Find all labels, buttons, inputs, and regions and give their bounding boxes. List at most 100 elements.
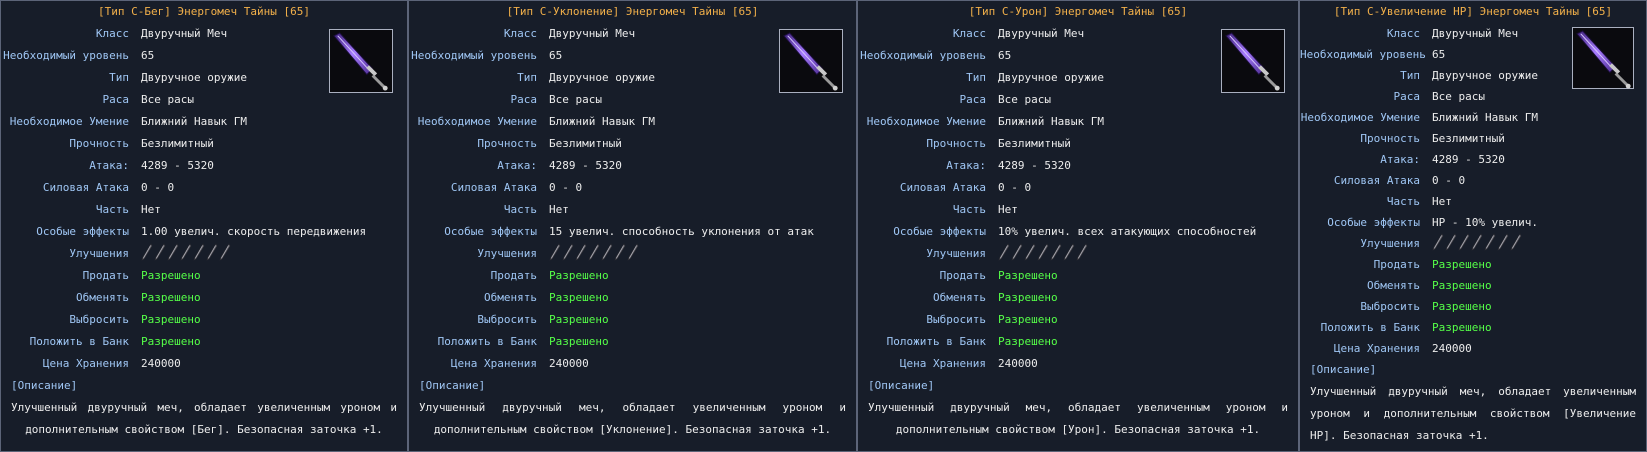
stat-label-durability: Прочность (477, 137, 537, 150)
stat-label-effects: Особые эффекты (1327, 216, 1420, 229)
stat-row-durability: Прочность Безлимитный (1300, 128, 1646, 149)
stat-row-exchange: Обменять Разрешено (858, 287, 1298, 309)
stat-value-bank: Разрешено (1432, 321, 1492, 334)
stat-value-exchange: Разрешено (549, 291, 609, 304)
stat-row-power: Силовая Атака 0 - 0 (1, 177, 407, 199)
stat-row-attack: Атака: 4289 - 5320 (1, 155, 407, 177)
stat-label-sell: Продать (939, 269, 986, 282)
stat-value-durability: Безлимитный (998, 137, 1071, 150)
upgrade-slot-icon (1497, 233, 1509, 251)
stat-value-drop: Разрешено (1432, 300, 1492, 313)
stat-value-type: Двуручное оружие (998, 71, 1104, 84)
stat-value-attack: 4289 - 5320 (549, 159, 622, 172)
stat-value-sell: Разрешено (549, 269, 609, 282)
stat-row-storage: Цена Хранения 240000 (409, 353, 856, 375)
stat-value-type: Двуручное оружие (141, 71, 247, 84)
stat-row-drop: Выбросить Разрешено (858, 309, 1298, 331)
upgrade-slot-icon (193, 243, 205, 261)
upgrade-slot-icon (154, 243, 166, 261)
stat-value-type: Двуручное оружие (549, 71, 655, 84)
stat-value-sell: Разрешено (141, 269, 201, 282)
description-header: [Описание] (11, 379, 78, 392)
stat-label-attack: Атака: (497, 159, 537, 172)
stat-label-skill: Необходимое Умение (1300, 111, 1420, 124)
stat-row-upgrades: Улучшения (1300, 233, 1646, 254)
stat-label-exchange: Обменять (1367, 279, 1420, 292)
stat-value-exchange: Разрешено (1432, 279, 1492, 292)
stat-row-drop: Выбросить Разрешено (1, 309, 407, 331)
stat-label-durability: Прочность (926, 137, 986, 150)
stat-label-exchange: Обменять (484, 291, 537, 304)
stat-row-durability: Прочность Безлимитный (409, 133, 856, 155)
stat-value-race: Все расы (998, 93, 1051, 106)
stat-label-part: Часть (95, 203, 129, 216)
stat-label-drop: Выбросить (926, 313, 986, 326)
stat-value-level: 65 (1432, 48, 1446, 61)
stat-value-skill: Ближний Навык ГМ (549, 115, 655, 128)
stat-label-storage: Цена Хранения (42, 357, 129, 370)
item-description: Улучшенный двуручный меч, обладает увели… (419, 401, 846, 436)
stat-row-level: Необходимый уровень 65 (409, 45, 856, 67)
stat-label-class: Класс (1386, 27, 1420, 40)
stat-label-drop: Выбросить (477, 313, 537, 326)
stat-label-level: Необходимый уровень (3, 49, 129, 62)
stat-value-effects: 1.00 увелич. скорость передвижения (141, 225, 367, 238)
upgrade-slots (1432, 233, 1522, 251)
upgrade-slot-icon (1063, 243, 1075, 261)
stat-label-level: Необходимый уровень (1300, 48, 1426, 61)
stat-row-part: Часть Нет (409, 199, 856, 221)
stat-row-durability: Прочность Безлимитный (858, 133, 1298, 155)
stat-row-bank: Положить в Банк Разрешено (1300, 317, 1646, 338)
stat-value-skill: Ближний Навык ГМ (141, 115, 247, 128)
stat-value-sell: Разрешено (1432, 258, 1492, 271)
upgrade-slot-icon (575, 243, 587, 261)
stat-row-level: Необходимый уровень 65 (1, 45, 407, 67)
stat-row-attack: Атака: 4289 - 5320 (409, 155, 856, 177)
stat-label-race: Раса (1393, 90, 1421, 103)
item-title: [Тип С-Бег] Энергомеч Тайны [65] (98, 5, 310, 18)
stat-label-power: Силовая Атака (899, 181, 986, 194)
stat-value-drop: Разрешено (549, 313, 609, 326)
stat-label-bank: Положить в Банк (1320, 321, 1420, 334)
stat-row-storage: Цена Хранения 240000 (1, 353, 407, 375)
stat-row-class: Класс Двуручный Меч (858, 23, 1298, 45)
stat-value-attack: 4289 - 5320 (998, 159, 1071, 172)
stat-label-storage: Цена Хранения (899, 357, 986, 370)
stat-label-upgrades: Улучшения (926, 247, 986, 260)
stat-value-sell: Разрешено (998, 269, 1058, 282)
upgrade-slot-icon (1037, 243, 1049, 261)
upgrade-slots (549, 243, 639, 261)
stat-row-bank: Положить в Банк Разрешено (1, 331, 407, 353)
stat-row-drop: Выбросить Разрешено (409, 309, 856, 331)
stat-value-race: Все расы (549, 93, 602, 106)
stat-label-class: Класс (95, 27, 129, 40)
stat-label-attack: Атака: (89, 159, 129, 172)
stat-row-class: Класс Двуручный Меч (1, 23, 407, 45)
stat-row-effects: Особые эффекты HP - 10% увелич. (1300, 212, 1646, 233)
stat-row-bank: Положить в Банк Разрешено (858, 331, 1298, 353)
stat-row-sell: Продать Разрешено (1300, 254, 1646, 275)
stat-value-race: Все расы (141, 93, 194, 106)
stat-label-race: Раса (510, 93, 538, 106)
upgrade-slot-icon (562, 243, 574, 261)
stat-label-exchange: Обменять (933, 291, 986, 304)
stat-row-class: Класс Двуручный Меч (409, 23, 856, 45)
stat-row-skill: Необходимое Умение Ближний Навык ГМ (1, 111, 407, 133)
stat-value-part: Нет (549, 203, 569, 216)
stat-label-bank: Положить в Банк (29, 335, 129, 348)
upgrade-slot-icon (167, 243, 179, 261)
stat-value-class: Двуручный Меч (1432, 27, 1519, 40)
stat-value-bank: Разрешено (141, 335, 201, 348)
stat-row-power: Силовая Атака 0 - 0 (409, 177, 856, 199)
stat-row-effects: Особые эффекты 10% увелич. всех атакующих… (858, 221, 1298, 243)
stat-row-class: Класс Двуручный Меч (1300, 23, 1646, 44)
stat-value-power: 0 - 0 (141, 181, 175, 194)
stat-label-skill: Необходимое Умение (866, 115, 986, 128)
stat-label-attack: Атака: (946, 159, 986, 172)
stat-label-class: Класс (503, 27, 537, 40)
upgrade-slot-icon (614, 243, 626, 261)
upgrade-slot-icon (1484, 233, 1496, 251)
description-header: [Описание] (1310, 363, 1377, 376)
stat-row-race: Раса Все расы (858, 89, 1298, 111)
item-title: [Тип С-Увеличение HP] Энергомеч Тайны [6… (1333, 5, 1613, 18)
